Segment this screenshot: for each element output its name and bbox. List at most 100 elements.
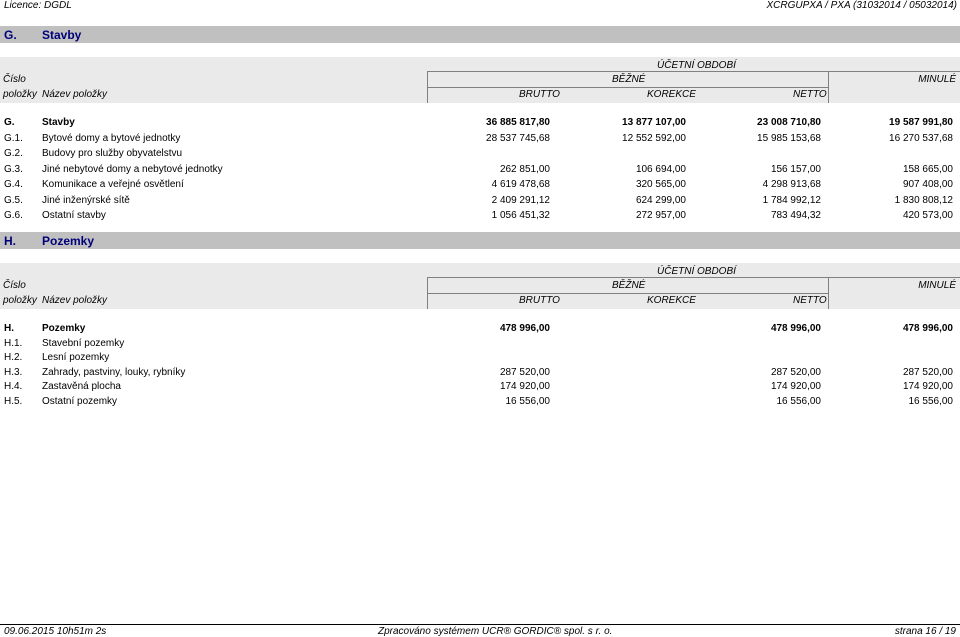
row-minule-value: 16 556,00	[908, 396, 954, 407]
table-row: H.2. Lesní pozemky	[0, 352, 960, 367]
section-h-title-bar: H. Pozemky	[0, 232, 960, 249]
row-name: Stavby	[42, 117, 75, 128]
items-label: položky	[3, 89, 37, 100]
row-code: G.6.	[4, 210, 23, 221]
row-code: H.1.	[4, 337, 23, 349]
row-korekce-value: 13 877 107,00	[622, 117, 686, 128]
document-code: XCRGUPXA / PXA (31032014 / 05032014)	[766, 0, 957, 11]
row-minule-value: 16 270 537,68	[889, 132, 953, 144]
row-netto-value: 478 996,00	[770, 323, 821, 334]
brutto-label: BRUTTO	[519, 295, 560, 306]
row-brutto-value: 4 619 478,68	[491, 179, 550, 190]
number-label: Číslo	[3, 74, 26, 85]
row-name: Zahrady, pastviny, louky, rybníky	[42, 366, 186, 378]
korekce-label: KOREKCE	[647, 89, 696, 100]
row-netto-value: 287 520,00	[770, 366, 821, 378]
row-netto-value: 16 556,00	[776, 396, 822, 407]
row-korekce-value: 106 694,00	[635, 163, 686, 175]
row-code: G.1.	[4, 132, 23, 144]
row-brutto-value: 262 851,00	[499, 163, 550, 175]
row-brutto-value: 28 537 745,68	[486, 132, 550, 144]
items-label: položky	[3, 295, 37, 306]
section-h-name: Pozemky	[42, 234, 95, 248]
row-code: H.2.	[4, 352, 23, 364]
section-g-title-bar: G. Stavby	[0, 26, 960, 43]
row-brutto-value: 2 409 291,12	[491, 194, 550, 206]
table-row: G.6. Ostatní stavby 1 056 451,32 272 957,00…	[0, 210, 960, 226]
row-korekce-value: 272 957,00	[635, 210, 686, 221]
table-row: G.1. Bytové domy a bytové jednotky 28 537 …	[0, 133, 960, 149]
row-name: Lesní pozemky	[42, 352, 110, 364]
row-brutto-value: 287 520,00	[499, 366, 550, 378]
row-minule-value: 1 830 808,12	[894, 194, 953, 206]
item-name-label: Název položky	[42, 89, 108, 100]
netto-label: NETTO	[793, 295, 827, 306]
page-footer: 09.06.2015 10h51m 2s Zpracováno systémem…	[0, 626, 960, 637]
item-name-label: Název položky	[42, 295, 108, 306]
row-code: H.5.	[4, 396, 23, 407]
page-header: Licence: DGDL XCRGUPXA / PXA (31032014 /…	[0, 0, 960, 13]
table-row: G.5. Jiné inženýrské sítě 2 409 291,12 624 …	[0, 195, 960, 211]
row-code: G.5.	[4, 194, 23, 206]
row-netto-value: 1 784 992,12	[762, 194, 821, 206]
row-code: H.	[4, 323, 14, 334]
footer-timestamp: 09.06.2015 10h51m 2s	[4, 626, 107, 637]
row-name: Pozemky	[42, 323, 86, 334]
footer-page-number: strana 16 / 19	[894, 626, 956, 637]
table-row: H.3. Zahrady, pastviny, louky, rybníky 287…	[0, 367, 960, 382]
row-minule-value: 478 996,00	[902, 323, 953, 334]
brutto-label: BRUTTO	[519, 89, 560, 100]
row-netto-value: 23 008 710,80	[757, 117, 821, 128]
row-minule-value: 19 587 991,80	[889, 117, 953, 128]
table-row: H.1. Stavební pozemky	[0, 338, 960, 353]
table-row: G.3. Jiné nebytové domy a nebytové jednot…	[0, 164, 960, 180]
row-name: Bytové domy a bytové jednotky	[42, 132, 181, 144]
row-code: H.4.	[4, 381, 23, 393]
row-korekce-value: 624 299,00	[635, 194, 686, 206]
row-korekce-value: 320 565,00	[635, 179, 686, 190]
section-g-code: G.	[4, 28, 17, 42]
row-code: G.	[4, 117, 15, 128]
row-netto-value: 4 298 913,68	[762, 179, 821, 190]
korekce-label: KOREKCE	[647, 295, 696, 306]
row-korekce-value: 12 552 592,00	[622, 132, 686, 144]
row-netto-value: 15 985 153,68	[757, 132, 821, 144]
row-name: Ostatní pozemky	[42, 396, 118, 407]
row-name: Komunikace a veřejné osvětlení	[42, 179, 184, 190]
netto-label: NETTO	[793, 89, 827, 100]
table-row: G.4. Komunikace a veřejné osvětlení 4 619 …	[0, 179, 960, 195]
table-row: H. Pozemky 478 996,00 478 996,00 478 996,00	[0, 323, 960, 338]
row-netto-value: 174 920,00	[770, 381, 821, 393]
row-minule-value: 158 665,00	[902, 163, 953, 175]
licence-label: Licence: DGDL	[4, 0, 72, 11]
row-name: Jiné nebytové domy a nebytové jednotky	[42, 163, 223, 175]
row-name: Zastavěná plocha	[42, 381, 121, 393]
table-row: G. Stavby 36 885 817,80 13 877 107,00 23 008…	[0, 117, 960, 133]
previous-label: MINULÉ	[918, 280, 956, 291]
row-code: G.3.	[4, 163, 23, 175]
row-brutto-value: 478 996,00	[499, 323, 550, 334]
row-brutto-value: 36 885 817,80	[486, 117, 550, 128]
row-minule-value: 174 920,00	[902, 381, 953, 393]
footer-processed-by: Zpracováno systémem UCR® GORDIC® spol. s…	[378, 626, 613, 637]
table-row: G.2. Budovy pro služby obyvatelstvu	[0, 148, 960, 164]
section-g-column-header: ÚČETNÍ OBDOBÍ Číslo BĚŽNÉ MINULÉ položky…	[0, 57, 960, 103]
current-label: BĚŽNÉ	[612, 74, 646, 85]
section-h-column-header: ÚČETNÍ OBDOBÍ Číslo BĚŽNÉ MINULÉ položky…	[0, 263, 960, 309]
footer-divider	[0, 624, 960, 625]
row-name: Stavební pozemky	[42, 337, 125, 349]
accounting-period-label: ÚČETNÍ OBDOBÍ	[657, 266, 736, 277]
row-netto-value: 783 494,32	[770, 210, 821, 221]
row-netto-value: 156 157,00	[770, 163, 821, 175]
row-code: G.4.	[4, 179, 23, 190]
row-name: Budovy pro služby obyvatelstvu	[42, 148, 183, 159]
row-name: Ostatní stavby	[42, 210, 106, 221]
previous-label: MINULÉ	[918, 74, 956, 85]
row-minule-value: 287 520,00	[902, 366, 953, 378]
section-g-name: Stavby	[42, 28, 82, 42]
current-label: BĚŽNÉ	[612, 280, 646, 291]
accounting-period-label: ÚČETNÍ OBDOBÍ	[657, 60, 736, 71]
row-name: Jiné inženýrské sítě	[42, 194, 130, 206]
row-minule-value: 420 573,00	[902, 210, 953, 221]
table-row: H.5. Ostatní pozemky 16 556,00 16 556,00 16 …	[0, 396, 960, 411]
